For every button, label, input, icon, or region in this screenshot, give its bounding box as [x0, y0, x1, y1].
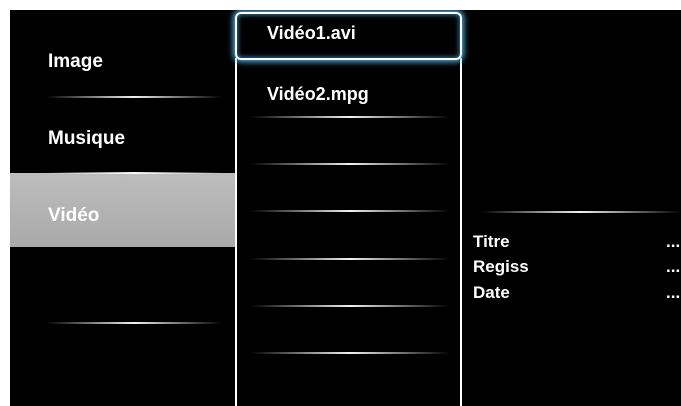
- info-label-titre: Titre: [473, 232, 510, 251]
- category-separator: [46, 96, 222, 98]
- file-item-video1[interactable]: Vidéo1.avi: [267, 23, 356, 44]
- info-label-regiss: Regiss: [473, 257, 529, 276]
- file-item-video2[interactable]: Vidéo2.mpg: [267, 84, 369, 105]
- category-selection-highlight: [10, 173, 237, 247]
- file-column-left-border: [235, 58, 237, 406]
- info-value-titre: ...: [666, 232, 681, 251]
- file-separator: [250, 305, 450, 307]
- info-value-date: ...: [666, 283, 681, 302]
- file-separator: [250, 352, 450, 354]
- category-separator: [46, 172, 222, 174]
- category-separator: [46, 322, 222, 324]
- category-video[interactable]: Vidéo: [48, 205, 99, 227]
- cropped-text-above: —— — —— — ——— —— ———— —: [10, 0, 310, 1]
- info-label-date: Date: [473, 283, 510, 302]
- file-separator: [250, 258, 450, 260]
- file-separator: [250, 116, 450, 118]
- category-image[interactable]: Image: [48, 51, 103, 73]
- file-separator: [250, 163, 450, 165]
- file-separator: [250, 210, 450, 212]
- file-column-right-border: [460, 58, 462, 406]
- info-separator: [480, 211, 681, 213]
- info-value-regiss: ...: [666, 257, 681, 276]
- media-browser: Image Musique Vidéo Vidéo1.avi Vidéo2.mp…: [10, 10, 681, 406]
- category-musique[interactable]: Musique: [48, 128, 125, 150]
